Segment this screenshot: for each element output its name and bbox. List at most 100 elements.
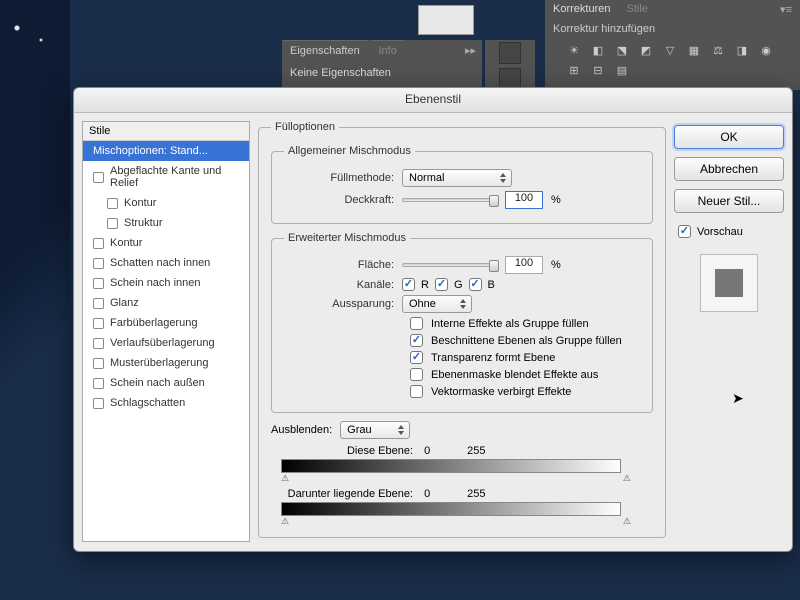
adj-exposure-icon[interactable]: ◩ — [637, 43, 655, 57]
panel-icon-1[interactable] — [499, 42, 521, 64]
knockout-select[interactable]: Ohne — [402, 295, 472, 313]
properties-panel: Eigenschaften Info ▸▸ Keine Eigenschafte… — [282, 40, 482, 90]
tab-korrekturen[interactable]: Korrekturen — [545, 0, 618, 19]
panel-collapse-icon[interactable]: ▸▸ — [459, 40, 482, 61]
adj-lookup-icon[interactable]: ⊟ — [589, 63, 607, 77]
slider-handle-icon[interactable]: ⚠ — [623, 473, 631, 484]
opt-transparency-checkbox[interactable] — [410, 351, 423, 364]
styles-list-panel: Stile Mischoptionen: Stand... Abgeflachte… — [82, 121, 250, 542]
style-checkbox[interactable] — [93, 378, 104, 389]
style-item-label: Schatten nach innen — [110, 257, 210, 269]
adj-mixer-icon[interactable]: ⊞ — [565, 63, 583, 77]
new-style-button[interactable]: Neuer Stil... — [674, 189, 784, 213]
preview-checkbox[interactable] — [678, 225, 691, 238]
opacity-label: Deckkraft: — [284, 194, 394, 206]
slider-handle-icon[interactable]: ⚠ — [623, 516, 631, 527]
opacity-slider[interactable] — [402, 198, 497, 202]
style-checkbox[interactable] — [93, 338, 104, 349]
style-list-item[interactable]: Schein nach außen — [83, 373, 249, 393]
adj-vibrance-icon[interactable]: ▽ — [661, 43, 679, 57]
style-list-item[interactable]: Schatten nach innen — [83, 253, 249, 273]
channel-b-checkbox[interactable] — [469, 278, 482, 291]
panel-menu-icon[interactable]: ▾≡ — [772, 0, 800, 19]
dialog-title: Ebenenstil — [74, 88, 792, 113]
fill-opacity-input[interactable]: 100 — [505, 256, 543, 274]
blend-mode-select[interactable]: Normal — [402, 169, 512, 187]
style-item-label: Mischoptionen: Stand... — [93, 145, 208, 157]
style-checkbox[interactable] — [93, 278, 104, 289]
style-list-item[interactable]: Abgeflachte Kante und Relief — [83, 161, 249, 193]
style-item-label: Musterüberlagerung — [110, 357, 208, 369]
adj-levels-icon[interactable]: ◧ — [589, 43, 607, 57]
fill-opacity-slider[interactable] — [402, 263, 497, 267]
fill-opacity-label: Fläche: — [284, 259, 394, 271]
adj-photo-icon[interactable]: ◉ — [757, 43, 775, 57]
opacity-input[interactable]: 100 — [505, 191, 543, 209]
style-item-label: Schein nach außen — [110, 377, 205, 389]
tab-stile[interactable]: Stile — [618, 0, 655, 19]
style-checkbox[interactable] — [93, 238, 104, 249]
style-list-item[interactable]: Kontur — [83, 233, 249, 253]
cancel-button[interactable]: Abbrechen — [674, 157, 784, 181]
style-checkbox[interactable] — [93, 358, 104, 369]
ok-button[interactable]: OK — [674, 125, 784, 149]
cursor-icon: ➤ — [732, 390, 744, 407]
preview-label: Vorschau — [697, 226, 743, 238]
style-checkbox[interactable] — [93, 398, 104, 409]
advanced-blend-legend: Erweiterter Mischmodus — [284, 232, 410, 244]
tab-eigenschaften[interactable]: Eigenschaften — [282, 40, 368, 61]
style-list-item[interactable]: Schlagschatten — [83, 393, 249, 413]
styles-header: Stile — [83, 122, 249, 141]
fill-options-group: Fülloptionen Allgemeiner Mischmodus Füll… — [258, 121, 666, 538]
dialog-buttons: OK Abbrechen Neuer Stil... Vorschau — [674, 121, 784, 542]
style-list-item[interactable]: Struktur — [83, 213, 249, 233]
general-blend-group: Allgemeiner Mischmodus Füllmethode: Norm… — [271, 145, 653, 224]
slider-handle-icon[interactable]: ⚠ — [281, 473, 289, 484]
layer-style-dialog: Ebenenstil Stile Mischoptionen: Stand...… — [73, 87, 793, 552]
opt-vector-mask-checkbox[interactable] — [410, 385, 423, 398]
knockout-label: Aussparung: — [284, 298, 394, 310]
style-item-label: Kontur — [110, 237, 142, 249]
this-layer-slider[interactable] — [281, 459, 621, 473]
style-list-item[interactable]: Musterüberlagerung — [83, 353, 249, 373]
style-checkbox[interactable] — [107, 198, 118, 209]
under-layer-slider[interactable] — [281, 502, 621, 516]
style-list-item[interactable]: Farbüberlagerung — [83, 313, 249, 333]
opt-transparency-label: Transparenz formt Ebene — [431, 352, 555, 364]
fill-pct: % — [551, 259, 561, 271]
style-list-item[interactable]: Kontur — [83, 193, 249, 213]
options-panel: Fülloptionen Allgemeiner Mischmodus Füll… — [258, 121, 666, 542]
general-blend-legend: Allgemeiner Mischmodus — [284, 145, 415, 157]
advanced-blend-group: Erweiterter Mischmodus Fläche: 100 % Kan… — [271, 232, 653, 413]
style-checkbox[interactable] — [93, 172, 104, 183]
opt-internal-effects-checkbox[interactable] — [410, 317, 423, 330]
adj-bw-icon[interactable]: ◨ — [733, 43, 751, 57]
style-list-item[interactable]: Mischoptionen: Stand... — [83, 141, 249, 161]
style-list-item[interactable]: Glanz — [83, 293, 249, 313]
opt-clipped-layers-checkbox[interactable] — [410, 334, 423, 347]
style-item-label: Abgeflachte Kante und Relief — [110, 165, 243, 189]
opt-layer-mask-checkbox[interactable] — [410, 368, 423, 381]
adj-balance-icon[interactable]: ⚖ — [709, 43, 727, 57]
adj-hue-icon[interactable]: ▦ — [685, 43, 703, 57]
adjustments-panel: Korrekturen Stile ▾≡ Korrektur hinzufüge… — [545, 0, 800, 90]
adj-curves-icon[interactable]: ⬔ — [613, 43, 631, 57]
adj-brightness-icon[interactable]: ☀ — [565, 43, 583, 57]
style-checkbox[interactable] — [107, 218, 118, 229]
channel-r-checkbox[interactable] — [402, 278, 415, 291]
style-checkbox[interactable] — [93, 258, 104, 269]
tab-info[interactable]: Info — [371, 40, 405, 61]
blend-mode-label: Füllmethode: — [284, 172, 394, 184]
channel-g-checkbox[interactable] — [435, 278, 448, 291]
slider-handle-icon[interactable]: ⚠ — [281, 516, 289, 527]
style-list-item[interactable]: Verlaufsüberlagerung — [83, 333, 249, 353]
opt-internal-effects-label: Interne Effekte als Gruppe füllen — [431, 318, 589, 330]
blend-if-label: Ausblenden: — [271, 424, 332, 436]
style-checkbox[interactable] — [93, 298, 104, 309]
preview-swatch — [700, 254, 758, 312]
adj-posterize-icon[interactable]: ▤ — [613, 63, 631, 77]
blend-if-select[interactable]: Grau — [340, 421, 410, 439]
style-checkbox[interactable] — [93, 318, 104, 329]
style-list-item[interactable]: Schein nach innen — [83, 273, 249, 293]
style-item-label: Schein nach innen — [110, 277, 201, 289]
